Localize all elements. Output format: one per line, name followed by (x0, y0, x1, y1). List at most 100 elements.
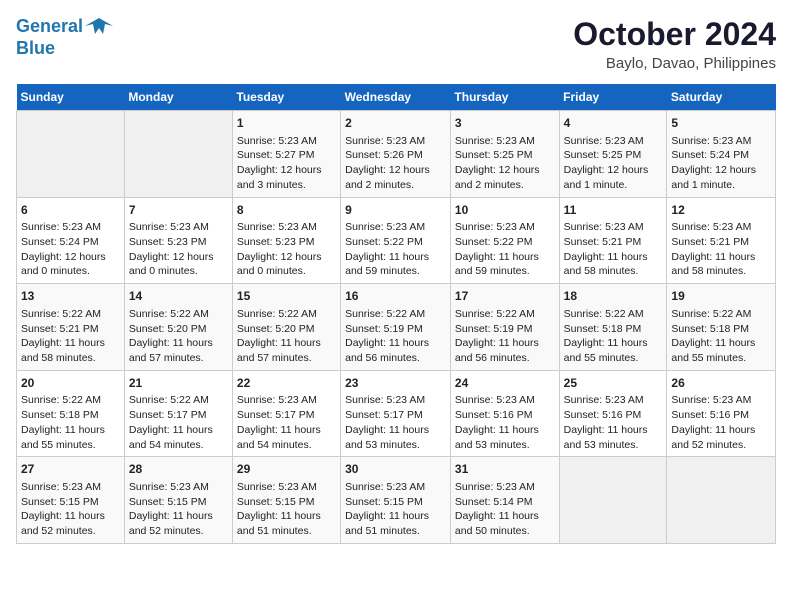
day-number: 29 (237, 461, 336, 478)
day-number: 22 (237, 375, 336, 392)
calendar-cell: 25 Sunrise: 5:23 AM Sunset: 5:16 PM Dayli… (559, 370, 667, 457)
day-number: 25 (564, 375, 663, 392)
calendar-cell: 24 Sunrise: 5:23 AM Sunset: 5:16 PM Dayli… (450, 370, 559, 457)
calendar-cell: 11Sunrise: 5:23 AM Sunset: 5:21 PM Dayli… (559, 197, 667, 284)
logo-bird-icon (85, 16, 113, 38)
calendar-cell: 5Sunrise: 5:23 AM Sunset: 5:24 PM Daylig… (667, 111, 776, 198)
calendar-cell: 14 Sunrise: 5:22 AM Sunset: 5:20 PM Dayli… (124, 284, 232, 371)
day-number: 6 (21, 202, 120, 219)
calendar-cell: 8 Sunrise: 5:23 AM Sunset: 5:23 PM Daylig… (232, 197, 340, 284)
day-info: Sunrise: 5:23 AM Sunset: 5:23 PM Dayligh… (129, 221, 214, 277)
calendar-cell: 22 Sunrise: 5:23 AM Sunset: 5:17 PM Dayli… (232, 370, 340, 457)
day-number: 7 (129, 202, 228, 219)
day-info: Sunrise: 5:23 AM Sunset: 5:24 PM Dayligh… (671, 135, 756, 191)
calendar-week-row: 1Sunrise: 5:23 AM Sunset: 5:27 PM Daylig… (17, 111, 776, 198)
day-info: Sunrise: 5:22 AM Sunset: 5:20 PM Dayligh… (237, 308, 321, 364)
day-info: Sunrise: 5:23 AM Sunset: 5:21 PM Dayligh… (671, 221, 755, 277)
calendar-cell: 3 Sunrise: 5:23 AM Sunset: 5:25 PM Daylig… (450, 111, 559, 198)
logo-text: General (16, 16, 115, 38)
weekday-header-row: SundayMondayTuesdayWednesdayThursdayFrid… (17, 84, 776, 111)
day-number: 27 (21, 461, 120, 478)
calendar-cell: 13Sunrise: 5:22 AM Sunset: 5:21 PM Dayli… (17, 284, 125, 371)
weekday-header-saturday: Saturday (667, 84, 776, 111)
day-number: 3 (455, 115, 555, 132)
day-info: Sunrise: 5:22 AM Sunset: 5:20 PM Dayligh… (129, 308, 213, 364)
calendar-week-row: 27 Sunrise: 5:23 AM Sunset: 5:15 PM Dayli… (17, 457, 776, 544)
calendar-cell: 27 Sunrise: 5:23 AM Sunset: 5:15 PM Dayli… (17, 457, 125, 544)
day-number: 18 (564, 288, 663, 305)
day-number: 20 (21, 375, 120, 392)
calendar-cell: 21 Sunrise: 5:22 AM Sunset: 5:17 PM Dayli… (124, 370, 232, 457)
day-number: 28 (129, 461, 228, 478)
day-number: 12 (671, 202, 771, 219)
day-info: Sunrise: 5:23 AM Sunset: 5:26 PM Dayligh… (345, 135, 430, 191)
main-title: October 2024 (573, 16, 776, 53)
day-info: Sunrise: 5:23 AM Sunset: 5:17 PM Dayligh… (345, 394, 429, 450)
page-header: General Blue October 2024 Baylo, Davao, … (16, 16, 776, 72)
title-block: October 2024 Baylo, Davao, Philippines (573, 16, 776, 72)
calendar-cell: 23 Sunrise: 5:23 AM Sunset: 5:17 PM Dayli… (341, 370, 451, 457)
calendar-cell: 26Sunrise: 5:23 AM Sunset: 5:16 PM Dayli… (667, 370, 776, 457)
day-number: 30 (345, 461, 446, 478)
day-number: 13 (21, 288, 120, 305)
day-info: Sunrise: 5:22 AM Sunset: 5:17 PM Dayligh… (129, 394, 213, 450)
logo: General Blue (16, 16, 115, 59)
calendar-cell: 18Sunrise: 5:22 AM Sunset: 5:18 PM Dayli… (559, 284, 667, 371)
day-number: 10 (455, 202, 555, 219)
day-number: 21 (129, 375, 228, 392)
day-info: Sunrise: 5:23 AM Sunset: 5:22 PM Dayligh… (345, 221, 429, 277)
calendar-cell (667, 457, 776, 544)
day-number: 23 (345, 375, 446, 392)
calendar-cell: 2 Sunrise: 5:23 AM Sunset: 5:26 PM Daylig… (341, 111, 451, 198)
calendar-week-row: 13Sunrise: 5:22 AM Sunset: 5:21 PM Dayli… (17, 284, 776, 371)
day-number: 14 (129, 288, 228, 305)
weekday-header-wednesday: Wednesday (341, 84, 451, 111)
day-info: Sunrise: 5:23 AM Sunset: 5:27 PM Dayligh… (237, 135, 322, 191)
day-number: 9 (345, 202, 446, 219)
calendar-table: SundayMondayTuesdayWednesdayThursdayFrid… (16, 84, 776, 544)
day-info: Sunrise: 5:23 AM Sunset: 5:15 PM Dayligh… (21, 481, 105, 537)
weekday-header-tuesday: Tuesday (232, 84, 340, 111)
day-number: 17 (455, 288, 555, 305)
day-info: Sunrise: 5:22 AM Sunset: 5:19 PM Dayligh… (455, 308, 539, 364)
day-info: Sunrise: 5:22 AM Sunset: 5:18 PM Dayligh… (671, 308, 755, 364)
day-info: Sunrise: 5:23 AM Sunset: 5:25 PM Dayligh… (564, 135, 649, 191)
day-info: Sunrise: 5:23 AM Sunset: 5:16 PM Dayligh… (564, 394, 648, 450)
day-info: Sunrise: 5:23 AM Sunset: 5:24 PM Dayligh… (21, 221, 106, 277)
calendar-cell: 29Sunrise: 5:23 AM Sunset: 5:15 PM Dayli… (232, 457, 340, 544)
day-info: Sunrise: 5:23 AM Sunset: 5:25 PM Dayligh… (455, 135, 540, 191)
calendar-cell: 4Sunrise: 5:23 AM Sunset: 5:25 PM Daylig… (559, 111, 667, 198)
day-info: Sunrise: 5:22 AM Sunset: 5:18 PM Dayligh… (21, 394, 105, 450)
day-number: 2 (345, 115, 446, 132)
weekday-header-monday: Monday (124, 84, 232, 111)
weekday-header-friday: Friday (559, 84, 667, 111)
calendar-cell: 30 Sunrise: 5:23 AM Sunset: 5:15 PM Dayli… (341, 457, 451, 544)
day-info: Sunrise: 5:23 AM Sunset: 5:21 PM Dayligh… (564, 221, 648, 277)
day-info: Sunrise: 5:23 AM Sunset: 5:23 PM Dayligh… (237, 221, 322, 277)
day-info: Sunrise: 5:23 AM Sunset: 5:14 PM Dayligh… (455, 481, 539, 537)
day-info: Sunrise: 5:23 AM Sunset: 5:16 PM Dayligh… (455, 394, 539, 450)
calendar-cell: 1Sunrise: 5:23 AM Sunset: 5:27 PM Daylig… (232, 111, 340, 198)
calendar-cell: 19Sunrise: 5:22 AM Sunset: 5:18 PM Dayli… (667, 284, 776, 371)
calendar-cell: 17 Sunrise: 5:22 AM Sunset: 5:19 PM Dayli… (450, 284, 559, 371)
calendar-cell: 20 Sunrise: 5:22 AM Sunset: 5:18 PM Dayli… (17, 370, 125, 457)
calendar-cell: 31Sunrise: 5:23 AM Sunset: 5:14 PM Dayli… (450, 457, 559, 544)
calendar-week-row: 6 Sunrise: 5:23 AM Sunset: 5:24 PM Daylig… (17, 197, 776, 284)
day-info: Sunrise: 5:23 AM Sunset: 5:15 PM Dayligh… (345, 481, 429, 537)
day-number: 26 (671, 375, 771, 392)
calendar-cell (559, 457, 667, 544)
calendar-cell (124, 111, 232, 198)
calendar-cell: 28 Sunrise: 5:23 AM Sunset: 5:15 PM Dayli… (124, 457, 232, 544)
logo-text-general: General (16, 16, 83, 36)
day-number: 8 (237, 202, 336, 219)
day-info: Sunrise: 5:23 AM Sunset: 5:17 PM Dayligh… (237, 394, 321, 450)
day-number: 15 (237, 288, 336, 305)
weekday-header-thursday: Thursday (450, 84, 559, 111)
calendar-week-row: 20 Sunrise: 5:22 AM Sunset: 5:18 PM Dayli… (17, 370, 776, 457)
day-info: Sunrise: 5:23 AM Sunset: 5:15 PM Dayligh… (129, 481, 213, 537)
calendar-cell (17, 111, 125, 198)
calendar-cell: 15 Sunrise: 5:22 AM Sunset: 5:20 PM Dayli… (232, 284, 340, 371)
calendar-cell: 7 Sunrise: 5:23 AM Sunset: 5:23 PM Daylig… (124, 197, 232, 284)
day-number: 24 (455, 375, 555, 392)
calendar-cell: 9 Sunrise: 5:23 AM Sunset: 5:22 PM Daylig… (341, 197, 451, 284)
